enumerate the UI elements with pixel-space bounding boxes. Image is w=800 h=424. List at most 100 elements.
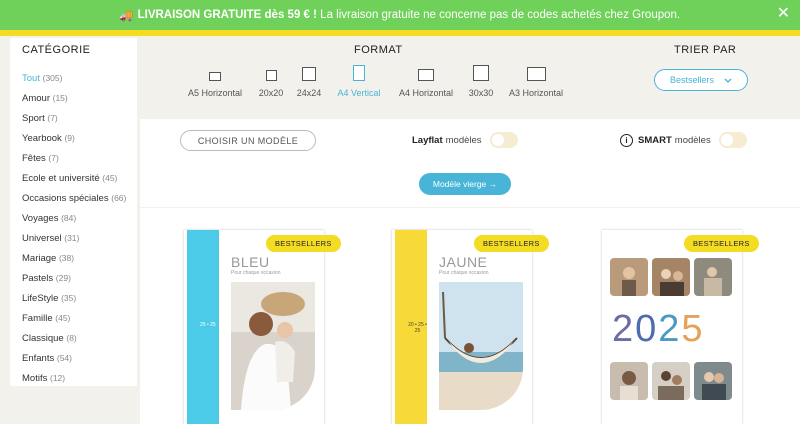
- category-item-yearbook[interactable]: Yearbook (9): [22, 132, 137, 145]
- smart-text: modèles: [674, 134, 711, 146]
- category-sidebar: CATÉGORIE Tout (305) Amour (15) Sport (7…: [10, 38, 137, 386]
- category-label: Occasions spéciales: [22, 193, 109, 204]
- landscape-format-icon: [418, 69, 434, 81]
- category-label: Classique: [22, 333, 64, 344]
- category-label: Pastels: [22, 273, 54, 284]
- category-item-sport[interactable]: Sport (7): [22, 112, 137, 125]
- category-item-famille[interactable]: Famille (45): [22, 312, 137, 325]
- year-digit: 0: [635, 308, 659, 350]
- category-item-pastels[interactable]: Pastels (29): [22, 272, 137, 285]
- book-cover: 25 • 25 BLEU Pour chaque occasion: [184, 230, 324, 424]
- cover-photo: [231, 282, 315, 410]
- book-cover: 20 • 25 • 25 JAUNE Pour chaque occasion: [392, 230, 532, 424]
- category-label: Fêtes: [22, 153, 46, 164]
- category-item-mariage[interactable]: Mariage (38): [22, 252, 137, 265]
- category-count: (12): [49, 373, 66, 383]
- format-title: FORMAT: [354, 44, 403, 56]
- category-item-voyages[interactable]: Voyages (84): [22, 212, 137, 225]
- category-label: Tout: [22, 73, 40, 84]
- filter-bar: FORMAT A5 Horizontal 20x20 24x24 A4 Vert…: [140, 36, 800, 118]
- category-count: (84): [61, 213, 77, 223]
- category-label: Yearbook: [22, 133, 62, 144]
- sort-title: TRIER PAR: [674, 44, 737, 56]
- category-item-fetes[interactable]: Fêtes (7): [22, 152, 137, 165]
- format-30x30[interactable]: 30x30: [466, 64, 496, 98]
- format-a5-horizontal[interactable]: A5 Horizontal: [186, 64, 244, 98]
- year-title: 2025: [612, 308, 705, 351]
- format-label: A4 Vertical: [337, 88, 381, 98]
- cover-thumbnail: [652, 362, 690, 400]
- category-title: CATÉGORIE: [22, 44, 91, 56]
- info-icon[interactable]: i: [620, 133, 633, 147]
- book-cover: 2025: [602, 230, 742, 424]
- format-label: A3 Horizontal: [508, 88, 564, 98]
- category-count: (45): [55, 313, 71, 323]
- book-subtitle: Pour chaque occasion: [231, 270, 281, 276]
- landscape-format-icon: [209, 72, 221, 81]
- layflat-bold: Layflat: [412, 134, 443, 146]
- category-item-amour[interactable]: Amour (15): [22, 92, 137, 105]
- category-item-universel[interactable]: Universel (31): [22, 232, 137, 245]
- close-icon[interactable]: ✕: [777, 6, 790, 22]
- category-item-ecole[interactable]: Ecole et université (45): [22, 172, 137, 185]
- category-count: (31): [64, 233, 80, 243]
- book-title: BLEU: [231, 254, 270, 270]
- format-a4-vertical[interactable]: A4 Vertical: [332, 64, 386, 98]
- year-digit: 2: [658, 308, 682, 350]
- sort-dropdown[interactable]: Bestsellers: [654, 69, 748, 91]
- bestsellers-badge: BESTSELLERS: [266, 235, 341, 252]
- blank-model-button[interactable]: Modèle vierge →: [419, 173, 511, 195]
- product-card-bleu[interactable]: 25 • 25 BLEU Pour chaque occasion BESTSE…: [184, 230, 341, 424]
- cover-thumbnail: [694, 362, 732, 400]
- category-label: Sport: [22, 113, 45, 124]
- banner-bold-text: LIVRAISON GRATUITE dès 59 € !: [137, 9, 317, 21]
- product-card-jaune[interactable]: 20 • 25 • 25 JAUNE Pour chaque occasion …: [392, 230, 549, 424]
- category-count: (66): [111, 193, 127, 203]
- cover-thumbnail: [610, 258, 648, 296]
- landscape-format-icon: [526, 67, 546, 81]
- smart-toggle[interactable]: [718, 132, 747, 148]
- format-label: A4 Horizontal: [398, 88, 454, 98]
- category-count: (8): [66, 333, 77, 343]
- category-label: Mariage: [22, 253, 57, 264]
- category-item-classique[interactable]: Classique (8): [22, 332, 137, 345]
- toggle-knob: [720, 134, 733, 146]
- category-item-motifs[interactable]: Motifs (12): [22, 372, 137, 385]
- choose-model-button[interactable]: CHOISIR UN MODÈLE: [180, 130, 316, 151]
- smart-option: i SMART modèles: [620, 132, 747, 148]
- smart-bold: SMART: [638, 134, 672, 146]
- promo-banner: 🚚 LIVRAISON GRATUITE dès 59 € ! La livra…: [0, 0, 800, 30]
- category-item-enfants[interactable]: Enfants (54): [22, 352, 137, 365]
- cover-thumbnail: [694, 258, 732, 296]
- format-label: 20x20: [258, 88, 284, 98]
- book-subtitle: Pour chaque occasion: [439, 270, 489, 276]
- year-digit: 2: [612, 308, 636, 350]
- sort-value: Bestsellers: [669, 75, 714, 85]
- category-count: (54): [56, 353, 72, 363]
- layflat-toggle[interactable]: [489, 132, 518, 148]
- category-item-occasions[interactable]: Occasions spéciales (66): [22, 192, 137, 205]
- bestsellers-badge: BESTSELLERS: [684, 235, 759, 252]
- category-label: Voyages: [22, 213, 59, 224]
- format-label: A5 Horizontal: [187, 88, 243, 98]
- truck-icon: 🚚: [119, 9, 134, 22]
- category-item-tout[interactable]: Tout (305): [22, 72, 137, 85]
- category-count: (9): [64, 133, 75, 143]
- format-a4-horizontal[interactable]: A4 Horizontal: [396, 64, 456, 98]
- category-item-lifestyle[interactable]: LifeStyle (35): [22, 292, 137, 305]
- square-format-icon: [265, 70, 277, 81]
- category-count: (7): [48, 153, 59, 163]
- format-20x20[interactable]: 20x20: [256, 64, 286, 98]
- bestsellers-badge: BESTSELLERS: [474, 235, 549, 252]
- category-count: (45): [102, 173, 118, 183]
- book-title: JAUNE: [439, 254, 488, 270]
- category-count: (35): [61, 293, 77, 303]
- format-a3-horizontal[interactable]: A3 Horizontal: [506, 64, 566, 98]
- category-label: Universel: [22, 233, 62, 244]
- year-digit: 5: [681, 308, 705, 350]
- book-spine: 20 • 25 • 25: [395, 230, 427, 424]
- format-24x24[interactable]: 24x24: [294, 64, 324, 98]
- category-label: Amour: [22, 93, 50, 104]
- category-label: LifeStyle: [22, 293, 59, 304]
- product-card-2025[interactable]: 2025 BESTSELLERS: [602, 230, 759, 424]
